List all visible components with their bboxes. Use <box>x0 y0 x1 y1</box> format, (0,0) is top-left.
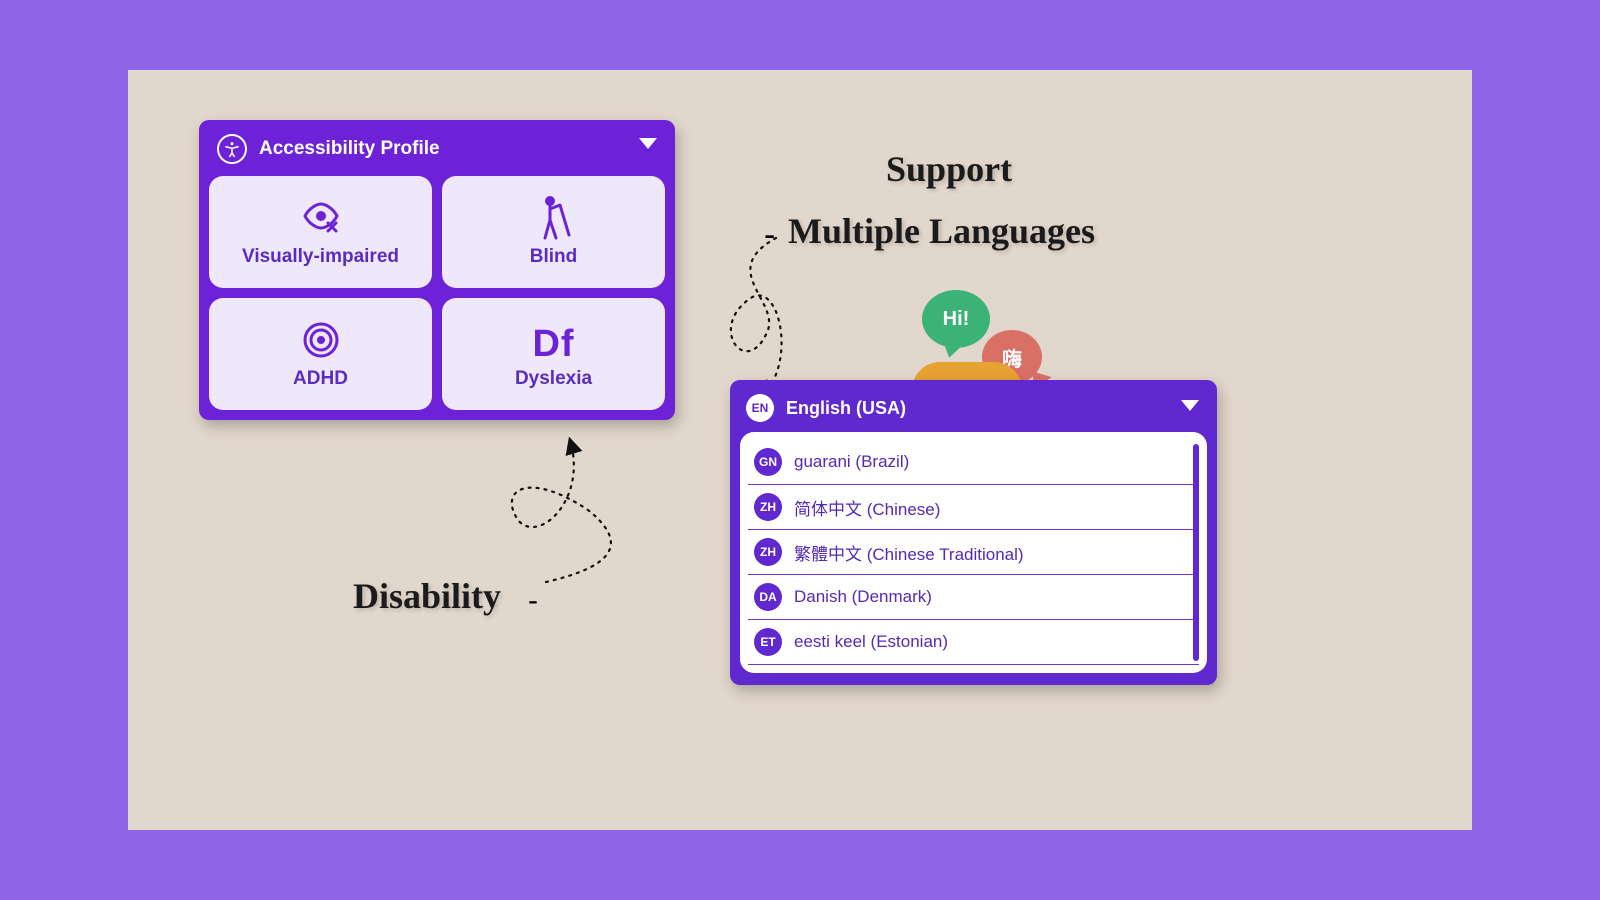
scrollbar[interactable] <box>1193 444 1199 661</box>
label-multiple-languages: Multiple Languages <box>788 210 1095 252</box>
language-option-label: 繁體中文 (Chinese Traditional) <box>794 540 1024 565</box>
profile-tile-label: Visually-impaired <box>242 246 399 268</box>
language-list: GN guarani (Brazil) ZH 简体中文 (Chinese) ZH… <box>740 432 1207 673</box>
language-option[interactable]: DA Danish (Denmark) <box>748 575 1199 620</box>
language-option-label: Danish (Denmark) <box>794 587 932 607</box>
profile-tile-adhd[interactable]: ADHD <box>209 298 432 410</box>
profile-tile-label: Dyslexia <box>515 368 592 390</box>
bubble-text: Hi! <box>943 308 970 331</box>
label-support: Support <box>886 148 1012 190</box>
language-selected[interactable]: EN English (USA) <box>740 390 1207 432</box>
language-code-badge: GN <box>754 448 782 476</box>
language-option-label: 简体中文 (Chinese) <box>794 495 940 520</box>
language-option-label: guarani (Brazil) <box>794 452 909 472</box>
language-option[interactable]: ZH 繁體中文 (Chinese Traditional) <box>748 530 1199 575</box>
profile-tile-blind[interactable]: Blind <box>442 176 665 288</box>
language-code-badge: ET <box>754 628 782 656</box>
speech-bubble-green: Hi! <box>922 290 990 348</box>
df-glyph-icon: Df <box>532 318 574 362</box>
language-panel: EN English (USA) GN guarani (Brazil) ZH … <box>730 380 1217 685</box>
language-selected-label: English (USA) <box>786 398 906 419</box>
profile-tile-visually-impaired[interactable]: Visually-impaired <box>209 176 432 288</box>
target-icon <box>302 318 340 362</box>
eye-x-icon <box>301 196 341 240</box>
chevron-down-icon <box>639 138 657 149</box>
accessibility-profile-card: Accessibility Profile Visually-impaired <box>199 120 675 420</box>
chevron-down-icon <box>1181 400 1199 411</box>
profile-tile-label: ADHD <box>293 368 348 390</box>
accessibility-icon <box>217 134 247 164</box>
bubble-tail-icon <box>941 341 965 359</box>
language-option[interactable]: ET eesti keel (Estonian) <box>748 620 1199 665</box>
profile-tile-label: Blind <box>530 246 578 268</box>
canvas: Accessibility Profile Visually-impaired <box>128 70 1472 830</box>
label-disability: Disability <box>353 575 501 617</box>
language-code-badge: DA <box>754 583 782 611</box>
profile-grid: Visually-impaired Blind <box>209 176 665 410</box>
language-option[interactable]: GN guarani (Brazil) <box>748 440 1199 485</box>
language-code-badge: ZH <box>754 493 782 521</box>
dash-left-icon: - <box>764 216 775 255</box>
language-option-label: eesti keel (Estonian) <box>794 632 948 652</box>
language-code-badge: ZH <box>754 538 782 566</box>
language-code-badge: EN <box>746 394 774 422</box>
accessibility-profile-header[interactable]: Accessibility Profile <box>209 130 665 176</box>
profile-tile-dyslexia[interactable]: Df Dyslexia <box>442 298 665 410</box>
dash-right-icon: - <box>528 584 538 618</box>
blind-person-icon <box>537 196 571 240</box>
accessibility-profile-title: Accessibility Profile <box>259 138 440 160</box>
language-option[interactable]: ZH 简体中文 (Chinese) <box>748 485 1199 530</box>
